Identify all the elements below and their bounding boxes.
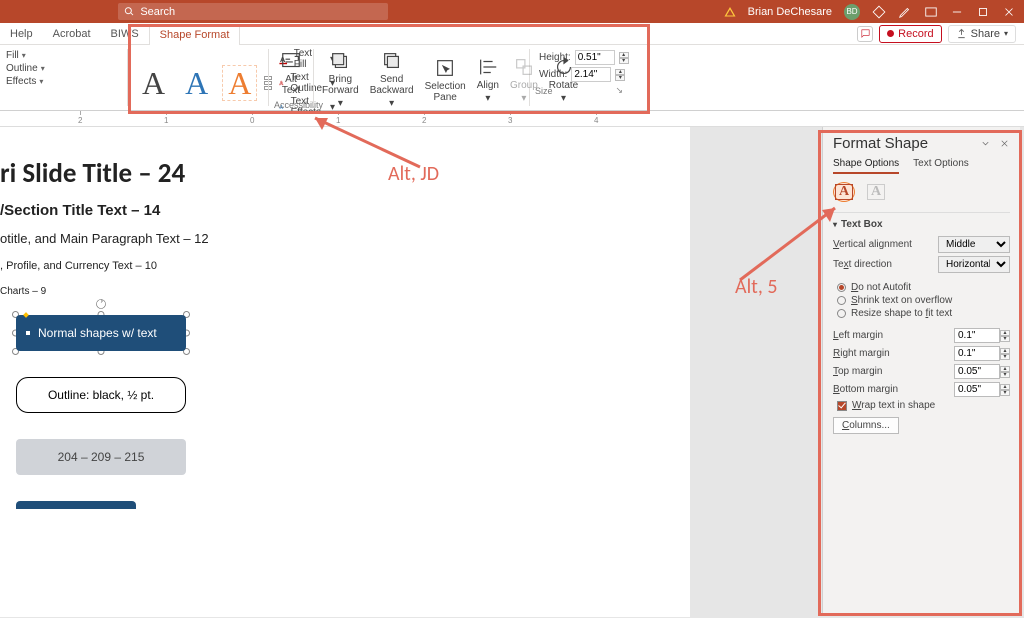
- search-icon: [124, 6, 134, 17]
- accessibility-group: Alt Text Accessibility: [269, 45, 313, 110]
- warning-icon: [724, 6, 736, 18]
- chevron-down-icon[interactable]: [980, 138, 991, 149]
- wordart-style-1[interactable]: A: [133, 62, 174, 104]
- wordart-styles-group: A A A AText Fill▾ AText Outline▾ AText E…: [128, 45, 268, 110]
- top-margin-label: Top margin: [833, 366, 882, 377]
- selected-shape[interactable]: Normal shapes w/ text: [16, 315, 186, 351]
- user-avatar[interactable]: BD: [844, 4, 860, 20]
- alt-text-button[interactable]: Alt Text: [274, 48, 308, 98]
- maximize-icon[interactable]: [976, 5, 990, 19]
- workarea: ri Slide Title – 24 /Section Title Text …: [0, 127, 1024, 618]
- columns-button[interactable]: Columns...: [833, 417, 899, 434]
- pane-title: Format Shape: [833, 135, 928, 152]
- text-10: , Profile, and Currency Text – 10: [0, 260, 690, 272]
- tab-shape-options[interactable]: Shape Options: [833, 158, 899, 174]
- menu-biws[interactable]: BIWS: [101, 23, 149, 45]
- send-backward-button[interactable]: Send Backward▾: [367, 48, 417, 111]
- text-12: otitle, and Main Paragraph Text – 12: [0, 231, 690, 246]
- fill-menu[interactable]: Fill ▾: [6, 49, 121, 62]
- text-9: Charts – 9: [0, 286, 690, 297]
- ribbon: Fill ▾ Outline ▾ Effects ▾ A A A AText F…: [0, 45, 1024, 111]
- text-box-icon[interactable]: A: [833, 182, 855, 202]
- pen-icon[interactable]: [898, 5, 912, 19]
- wordart-style-3[interactable]: A: [219, 62, 260, 104]
- outline-menu[interactable]: Outline ▾: [6, 62, 121, 75]
- left-margin-input[interactable]: [954, 328, 1000, 343]
- arrange-group: Bring Forward▾ Send Backward▾ Selection …: [314, 45, 529, 110]
- bring-forward-button[interactable]: Bring Forward▾: [319, 48, 362, 111]
- comments-button[interactable]: [857, 26, 873, 42]
- size-group: Height:▴▾ Width:▴▾ Size↘: [530, 45, 630, 110]
- shape-styles-partial: Fill ▾ Outline ▾ Effects ▾: [0, 45, 127, 110]
- size-launcher[interactable]: ↘: [613, 85, 625, 96]
- left-margin-label: Left margin: [833, 330, 883, 341]
- bottom-margin-input[interactable]: [954, 382, 1000, 397]
- menu-help[interactable]: Help: [0, 23, 43, 45]
- wordart-style-2[interactable]: A: [176, 62, 217, 104]
- titlebar: Brian DeChesare BD: [0, 0, 1024, 23]
- dark-shape[interactable]: [16, 501, 136, 509]
- right-margin-input[interactable]: [954, 346, 1000, 361]
- search-box[interactable]: [118, 3, 388, 20]
- record-button[interactable]: Record: [879, 25, 941, 43]
- diamond-icon[interactable]: [872, 5, 886, 19]
- text-14: /Section Title Text – 14: [0, 202, 690, 219]
- annotation-arrow-2: [720, 200, 850, 295]
- search-input[interactable]: [140, 6, 382, 18]
- textbox-section-header[interactable]: ▾Text Box: [833, 219, 1010, 230]
- rotate-handle[interactable]: [95, 297, 107, 309]
- horizontal-ruler: 2101234: [0, 111, 1024, 127]
- tdir-select[interactable]: Horizontal: [938, 256, 1010, 273]
- menu-shape-format[interactable]: Shape Format: [149, 24, 241, 46]
- group-button: Group▾: [507, 54, 541, 106]
- align-button[interactable]: Align▾: [474, 54, 502, 106]
- wrap-checkbox[interactable]: Wrap text in shape: [837, 400, 1010, 411]
- height-field[interactable]: Height:▴▾: [535, 50, 625, 65]
- user-name: Brian DeChesare: [748, 6, 832, 18]
- window-icon[interactable]: [924, 5, 938, 19]
- width-field[interactable]: Width:▴▾: [535, 67, 625, 82]
- effects-menu[interactable]: Effects ▾: [6, 75, 121, 88]
- menu-acrobat[interactable]: Acrobat: [43, 23, 101, 45]
- menubar: Help Acrobat BIWS Shape Format Record Sh…: [0, 23, 1024, 45]
- selection-pane-button[interactable]: Selection Pane: [422, 55, 469, 105]
- text-effects-icon[interactable]: A: [865, 182, 887, 202]
- minimize-icon[interactable]: [950, 5, 964, 19]
- close-pane-icon[interactable]: [999, 138, 1010, 149]
- valign-select[interactable]: Middle: [938, 236, 1010, 253]
- radio-shrink[interactable]: Shrink text on overflow: [837, 295, 1010, 306]
- radio-resize[interactable]: Resize shape to fit text: [837, 308, 1010, 319]
- annotation-arrow-1: [300, 112, 440, 187]
- share-button[interactable]: Share▾: [948, 25, 1016, 43]
- slide-canvas[interactable]: ri Slide Title – 24 /Section Title Text …: [0, 127, 690, 617]
- format-shape-pane: Format Shape Shape Options Text Options …: [822, 127, 1020, 616]
- grey-shape[interactable]: 204 – 209 – 215: [16, 439, 186, 475]
- right-margin-label: Right margin: [833, 348, 890, 359]
- radio-no-autofit[interactable]: Do not Autofit: [837, 282, 1010, 293]
- tab-text-options[interactable]: Text Options: [913, 158, 969, 174]
- top-margin-input[interactable]: [954, 364, 1000, 379]
- close-icon[interactable]: [1002, 5, 1016, 19]
- outline-shape[interactable]: Outline: black, ½ pt.: [16, 377, 186, 413]
- bottom-margin-label: Bottom margin: [833, 384, 898, 395]
